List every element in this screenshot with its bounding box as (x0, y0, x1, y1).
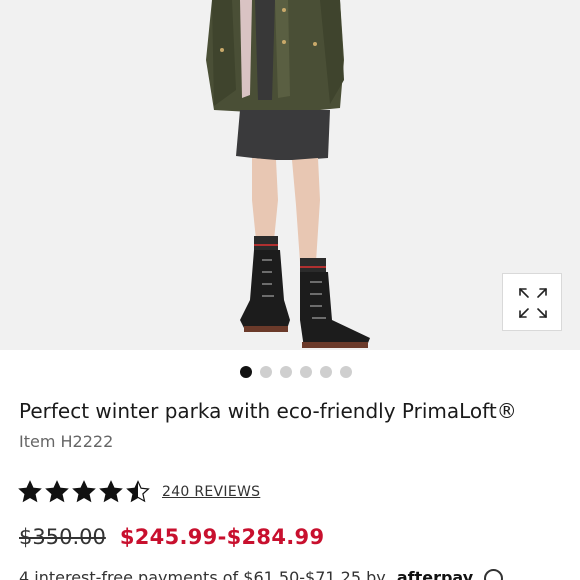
installments-info: 4 interest-free payments of $61.50-$71.2… (19, 568, 504, 580)
carousel-dot[interactable] (340, 366, 352, 378)
star-icon (99, 480, 123, 503)
carousel-dot[interactable] (320, 366, 332, 378)
expand-image-button[interactable] (502, 273, 562, 331)
star-icon (72, 480, 96, 503)
item-number: Item H2222 (19, 432, 114, 451)
star-icon (126, 480, 150, 503)
carousel-dot[interactable] (240, 366, 252, 378)
product-image[interactable] (0, 0, 580, 350)
installments-text: 4 interest-free payments of $61.50-$71.2… (19, 568, 386, 580)
price-row: $350.00 $245.99-$284.99 (19, 525, 324, 549)
original-price: $350.00 (19, 525, 106, 549)
info-icon[interactable] (484, 569, 504, 580)
carousel-dot[interactable] (280, 366, 292, 378)
star-icon (45, 480, 69, 503)
product-title: Perfect winter parka with eco-friendly P… (19, 399, 517, 423)
expand-icon (519, 288, 547, 318)
product-page: Perfect winter parka with eco-friendly P… (0, 0, 580, 580)
star-rating (18, 480, 150, 504)
reviews-link[interactable]: 240 REVIEWS (162, 484, 260, 500)
rating-row: 240 REVIEWS (18, 480, 260, 504)
carousel-dot[interactable] (260, 366, 272, 378)
afterpay-logo: afterpay (396, 568, 474, 580)
carousel-dot[interactable] (300, 366, 312, 378)
image-carousel-dots (0, 366, 580, 378)
star-icon (18, 480, 42, 503)
sale-price: $245.99-$284.99 (119, 525, 325, 549)
product-photo-illustration (0, 0, 580, 350)
